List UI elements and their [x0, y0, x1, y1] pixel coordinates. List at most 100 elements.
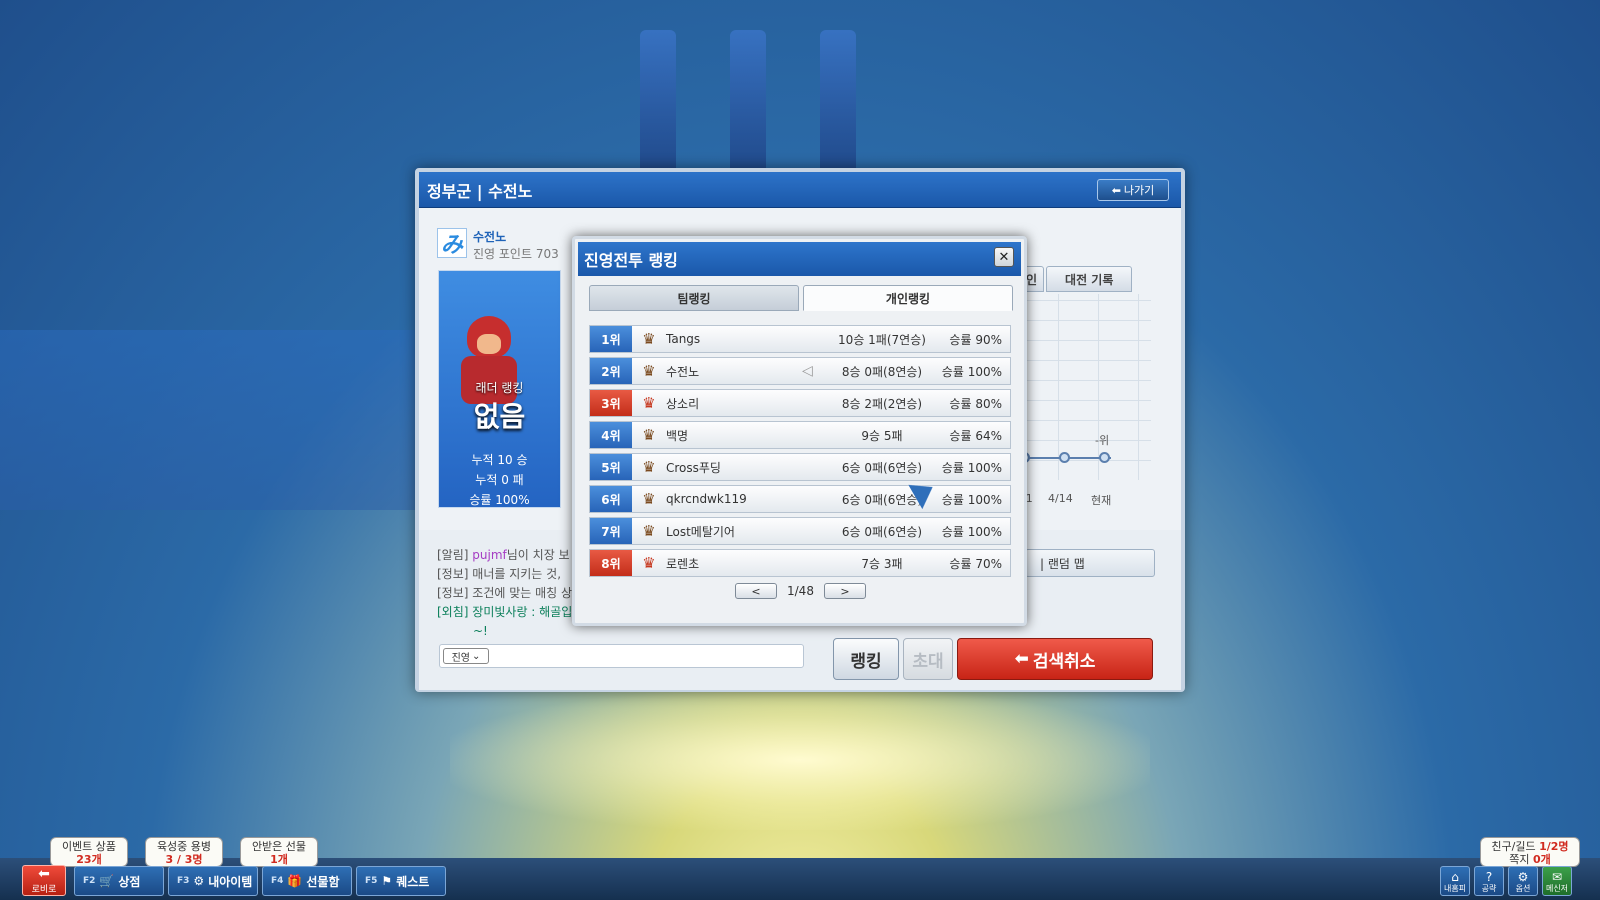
map-select-button[interactable]: | 랜덤 맵 — [1025, 549, 1155, 577]
chat-line: [정보] 조건에 맞는 매칭 상 — [437, 586, 573, 600]
ladder-rank-value: 없음 — [473, 400, 526, 433]
quest-icon: ⚑ — [381, 874, 393, 888]
lobby-button[interactable]: ⬅ 로비로 — [22, 865, 66, 896]
gift-box-button[interactable]: F4 🎁 선물함 — [262, 866, 352, 896]
win-loss-record: 8승 2패(2연승) — [841, 396, 923, 411]
faction-emblem-icon: ♛ — [642, 362, 656, 380]
rank-badge: 7위 — [590, 518, 632, 544]
guide-button[interactable]: ? 공략 — [1474, 866, 1504, 896]
faction-emblem-icon: ♛ — [642, 554, 656, 572]
player-name: qkrcndwk119 — [666, 492, 747, 506]
win-rate: 승률 100% — [941, 524, 1002, 539]
win-loss-record: 9승 5패 — [861, 428, 903, 443]
rank-badge: 8위 — [590, 550, 632, 576]
chat-channel-select[interactable]: 진영 ⌄ — [443, 648, 489, 664]
win-rate: 승률 100% — [941, 364, 1002, 379]
home-icon: ⌂ — [1451, 870, 1459, 884]
homepage-button[interactable]: ⌂ 내홈피 — [1440, 866, 1470, 896]
faction-emblem-icon: ♛ — [642, 522, 656, 540]
player-name: Lost메탈기어 — [666, 524, 735, 539]
messenger-button[interactable]: ✉ 메신저 — [1542, 866, 1572, 896]
my-items-button[interactable]: F3 ⚙ 내아이템 — [168, 866, 258, 896]
background-decoration — [640, 30, 676, 180]
ranking-tabs: 팀랭킹 개인랭킹 — [589, 285, 1013, 311]
ranking-row[interactable]: 8위 ♛ 로렌초 7승 3패 승률 70% — [589, 549, 1011, 577]
chevron-right-icon: > — [840, 584, 850, 598]
graph-point — [1099, 452, 1110, 463]
ranking-row[interactable]: 4위 ♛ 백명 9승 5패 승률 64% — [589, 421, 1011, 449]
background-decoration — [730, 30, 766, 180]
background-decoration — [450, 690, 1150, 830]
ranking-list: 1위 ♛ Tangs 10승 1패(7연승) 승률 90% 2위 ♛ 수전노 ◁… — [589, 325, 1011, 581]
ranking-row[interactable]: 7위 ♛ Lost메탈기어 6승 0패(6연승) 승률 100% — [589, 517, 1011, 545]
ranking-row[interactable]: 3위 ♛ 상소리 8승 2패(2연승) 승률 80% — [589, 389, 1011, 417]
messenger-icon: ✉ — [1551, 870, 1563, 884]
win-loss-record: 8승 0패(8연승) — [841, 364, 923, 379]
close-icon[interactable]: ✕ — [994, 247, 1014, 267]
popup-title-bar: 진영전투 랭킹 — [578, 242, 1021, 276]
faction-emblem-icon: ♛ — [642, 458, 656, 476]
ranking-row[interactable]: 5위 ♛ Cross푸딩 6승 0패(6연승) 승률 100% — [589, 453, 1011, 481]
ranking-row[interactable]: 2위 ♛ 수전노 ◁ 8승 0패(8연승) 승률 100% — [589, 357, 1011, 385]
tab-team-ranking[interactable]: 팀랭킹 — [589, 285, 799, 311]
tab-individual-ranking[interactable]: 개인랭킹 — [803, 285, 1013, 311]
exit-button[interactable]: ⬅ 나가기 — [1097, 179, 1169, 201]
gift-bubble: 안받은 선물 1개 — [240, 837, 318, 867]
page-indicator: 1/48 — [787, 584, 814, 598]
ranking-row[interactable]: 6위 ♛ qkrcndwk119 6승 0패(6연승) 승률 100% — [589, 485, 1011, 513]
info-tabs: 인 대전 기록 — [1019, 266, 1133, 292]
back-arrow-icon: ⬅ — [1014, 649, 1029, 669]
prev-page-button[interactable]: < — [735, 583, 777, 599]
back-arrow-icon: ⬅ — [1111, 183, 1121, 197]
chat-line: [정보] 매너를 지키는 것, — [437, 567, 562, 581]
next-page-button[interactable]: > — [823, 583, 866, 599]
ladder-rank-label: 래더 랭킹 — [475, 381, 524, 395]
background-decoration — [0, 330, 430, 510]
graph-x-label: 4/14 — [1048, 492, 1073, 505]
window-title-bar: 정부군 | 수전노 — [419, 172, 1181, 208]
chevron-down-icon: ⌄ — [472, 650, 481, 662]
cancel-search-button[interactable]: ⬅ 검색취소 — [957, 638, 1153, 680]
mercenary-bubble: 육성중 용병 3 / 3명 — [145, 837, 223, 867]
background-decoration — [820, 30, 856, 180]
chat-input[interactable]: 진영 ⌄ — [439, 644, 804, 668]
win-loss-record: 10승 1패(7연승) — [838, 332, 926, 347]
friend-guild-bubble: 친구/길드 1/2명 쪽지 0개 — [1480, 837, 1580, 867]
chat-line: [외침] 장미빛사랑 : 해골입 — [437, 605, 573, 619]
event-items-bubble: 이벤트 상품 23개 — [50, 837, 128, 867]
options-button[interactable]: ⚙ 옵션 — [1508, 866, 1538, 896]
win-rate: 승률 100% — [941, 492, 1002, 507]
total-wins: 누적 10 승 — [471, 453, 528, 467]
shop-button[interactable]: F2 🛒 상점 — [74, 866, 164, 896]
gear-icon: ⚙ — [1517, 870, 1529, 884]
quest-button[interactable]: F5 ⚑ 퀘스트 — [356, 866, 446, 896]
shop-icon: 🛒 — [99, 874, 115, 888]
ranking-popup: 진영전투 랭킹 ✕ 팀랭킹 개인랭킹 1위 ♛ Tangs 10승 1패(7연승… — [572, 236, 1027, 626]
tab-match-history[interactable]: 대전 기록 — [1046, 266, 1133, 292]
player-name: 로렌초 — [666, 556, 700, 571]
my-rank-arrow-icon: ◁ — [802, 363, 813, 379]
total-losses: 누적 0 패 — [475, 473, 524, 487]
win-rate: 승률 70% — [949, 556, 1002, 571]
ranking-row[interactable]: 1위 ♛ Tangs 10승 1패(7연승) 승률 90% — [589, 325, 1011, 353]
chevron-left-icon: < — [751, 584, 761, 598]
player-name: 수전노 — [473, 230, 507, 244]
rank-badge: 1위 — [590, 326, 632, 352]
win-loss-record: 6승 0패(6연승) — [841, 460, 923, 475]
ranking-button[interactable]: 랭킹 — [833, 638, 899, 680]
invite-button[interactable]: 초대 — [903, 638, 953, 680]
faction-points: 진영 포인트 703 — [473, 247, 559, 261]
faction-emblem-icon: ♛ — [642, 394, 656, 412]
chat-line: [알림] pujmf님이 치장 보 — [437, 548, 570, 562]
win-rate: 승률 80% — [949, 396, 1002, 411]
chat-line: ~! — [473, 624, 488, 638]
win-rate: 승률 64% — [949, 428, 1002, 443]
rank-badge: 3위 — [590, 390, 632, 416]
win-loss-record: 7승 3패 — [861, 556, 903, 571]
player-name: Cross푸딩 — [666, 460, 721, 475]
graph-point — [1059, 452, 1070, 463]
rank-graph: -위 — [1019, 294, 1151, 480]
graph-x-label: 현재 — [1091, 494, 1112, 507]
pagination: < 1/48 > — [735, 583, 866, 599]
faction-icon: み — [437, 228, 467, 258]
